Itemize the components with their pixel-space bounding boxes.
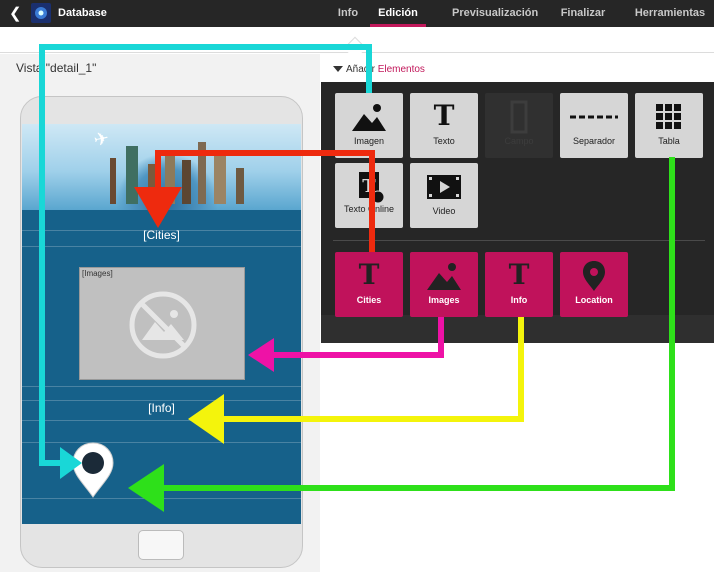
element-video[interactable]: Video (410, 163, 478, 228)
info-field[interactable]: [Info] (22, 401, 301, 415)
element-imagen[interactable]: Imagen (335, 93, 403, 158)
panel-divider (333, 240, 705, 241)
view-name: Vista "detail_1" (16, 61, 97, 75)
online-text-icon: T (335, 170, 403, 204)
elements-panel-footer (321, 315, 714, 343)
add-prefix: Añadir (346, 64, 375, 75)
film-icon (410, 170, 478, 204)
chevron-left-icon[interactable]: ❮ (9, 4, 25, 23)
tab-info[interactable]: Info (334, 0, 362, 27)
tab-previsualizacion[interactable]: Previsualización (452, 0, 538, 27)
phone-screen: ✈ [Cities] [Images] [Info] (22, 124, 301, 524)
travel-banner-image[interactable]: ✈ (22, 124, 301, 210)
tab-herramientas[interactable]: Herramientas (634, 0, 706, 27)
element-texto-online[interactable]: T Texto Online (335, 163, 403, 228)
airplane-icon: ✈ (91, 127, 111, 151)
images-placeholder-label: [Images] (82, 269, 113, 278)
field-info[interactable]: T Info (485, 252, 553, 317)
cities-field[interactable]: [Cities] (22, 228, 301, 242)
tab-finalizar[interactable]: Finalizar (559, 0, 607, 27)
app-title: Database (58, 7, 107, 19)
map-pin-icon (560, 259, 628, 293)
tab-edicion[interactable]: Edición (370, 0, 426, 27)
phone-home-button (138, 530, 184, 560)
no-image-icon (129, 291, 197, 359)
text-icon: T (433, 99, 455, 132)
element-separador[interactable]: Separador (560, 93, 628, 158)
text-icon: T (358, 258, 380, 291)
add-elements-link[interactable]: Elementos (378, 64, 425, 75)
element-tabla[interactable]: Tabla (635, 93, 703, 158)
element-campo: Campo (485, 93, 553, 158)
top-bar: ❮ Database Info Edición Previsualización… (0, 0, 714, 27)
image-icon (335, 100, 403, 134)
add-elements-toggle[interactable]: Añadir Elementos (333, 64, 425, 75)
map-pin-icon[interactable] (69, 441, 117, 499)
field-cities[interactable]: T Cities (335, 252, 403, 317)
field-images[interactable]: Images (410, 252, 478, 317)
app-logo (31, 3, 51, 23)
field-location[interactable]: Location (560, 252, 628, 317)
grid-icon (635, 100, 703, 134)
image-icon (410, 259, 478, 293)
images-field[interactable]: [Images] (79, 267, 245, 380)
app-window: ❮ Database Info Edición Previsualización… (0, 0, 714, 572)
separator-icon (560, 100, 628, 134)
text-icon: T (508, 258, 530, 291)
element-texto[interactable]: T Texto (410, 93, 478, 158)
field-icon (485, 100, 553, 134)
triangle-down-icon (333, 66, 343, 73)
